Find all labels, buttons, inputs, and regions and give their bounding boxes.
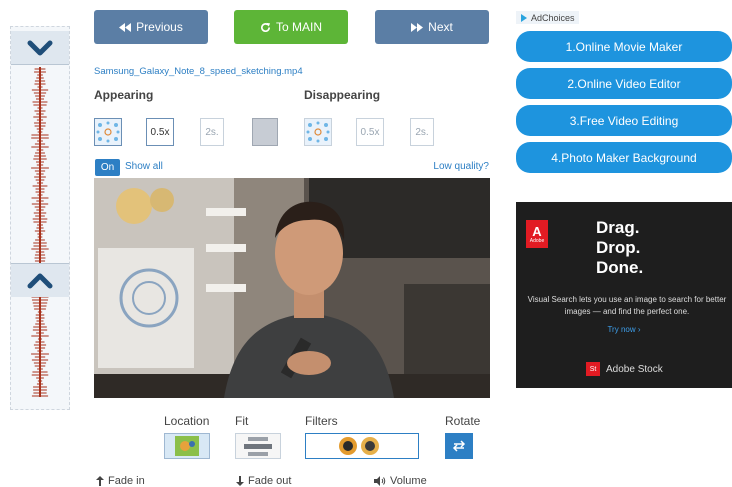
ad-link-online-video-editor[interactable]: 2.Online Video Editor xyxy=(516,68,732,99)
rotate-button[interactable] xyxy=(445,433,473,459)
speaker-icon xyxy=(374,476,386,486)
ad-body-text: Visual Search lets you use an image to s… xyxy=(527,295,727,316)
timeline-start-handle[interactable] xyxy=(11,31,69,65)
adobe-logo: A Adobe xyxy=(526,220,548,248)
ad-link-free-video-editing[interactable]: 3.Free Video Editing xyxy=(516,105,732,136)
fade-in-control[interactable]: Fade in xyxy=(96,475,145,487)
previous-label: Previous xyxy=(136,20,183,34)
appearing-effect-selector[interactable] xyxy=(94,118,122,146)
refresh-icon xyxy=(261,22,271,32)
rotate-label: Rotate xyxy=(445,414,481,428)
adchoices-label: AdChoices xyxy=(531,12,575,23)
chevron-up-icon xyxy=(27,273,53,288)
to-main-label: To MAIN xyxy=(275,20,322,34)
fit-icon xyxy=(244,437,272,456)
low-quality-link[interactable]: Low quality? xyxy=(433,161,489,172)
adobe-stock-label: Adobe Stock xyxy=(606,363,663,375)
video-preview[interactable] xyxy=(94,178,490,398)
adobe-stock-badge: St xyxy=(586,362,600,376)
ad-try-now-link[interactable]: Try now › xyxy=(516,325,732,334)
audio-waveform xyxy=(31,67,49,397)
timeline-end-handle[interactable] xyxy=(11,263,69,297)
location-label: Location xyxy=(164,414,210,428)
sparkle-effect-icon xyxy=(306,121,330,143)
file-name: Samsung_Galaxy_Note_8_speed_sketching.mp… xyxy=(94,66,303,77)
appearing-speed-option[interactable]: 0.5x xyxy=(146,118,174,146)
fade-out-control[interactable]: Fade out xyxy=(236,475,291,487)
ad-headline-line1: Drag. xyxy=(596,218,640,237)
ad-headline: Drag. Drop. Done. xyxy=(596,218,643,278)
fast-forward-icon xyxy=(411,22,424,32)
disappearing-duration-option[interactable]: 2s. xyxy=(410,118,434,146)
preview-toggle[interactable]: On xyxy=(95,159,120,176)
disappearing-effect-selector[interactable] xyxy=(304,118,332,146)
volume-control[interactable]: Volume xyxy=(374,475,427,487)
rewind-icon xyxy=(119,22,132,32)
next-label: Next xyxy=(428,20,453,34)
rotate-icon xyxy=(452,440,466,452)
color-swatch[interactable] xyxy=(252,118,278,146)
fade-in-label: Fade in xyxy=(108,475,145,487)
appearing-duration-option[interactable]: 2s. xyxy=(200,118,224,146)
appearing-heading: Appearing xyxy=(94,88,154,102)
filters-button[interactable] xyxy=(305,433,419,459)
to-main-button[interactable]: To MAIN xyxy=(234,10,348,44)
filters-label: Filters xyxy=(305,414,338,428)
arrow-up-icon xyxy=(96,476,104,486)
timeline-panel[interactable] xyxy=(10,26,70,410)
adchoices-icon xyxy=(521,13,527,22)
adobe-logo-text: Adobe xyxy=(529,237,545,244)
disappearing-speed-option[interactable]: 0.5x xyxy=(356,118,384,146)
video-frame xyxy=(94,178,490,398)
disappearing-heading: Disappearing xyxy=(304,88,381,102)
filters-preview-icon xyxy=(339,437,379,455)
show-all-link[interactable]: Show all xyxy=(125,161,163,172)
fit-button[interactable] xyxy=(235,433,281,459)
volume-label: Volume xyxy=(390,475,427,487)
chevron-down-icon xyxy=(27,40,53,55)
arrow-down-icon xyxy=(236,476,244,486)
fade-out-label: Fade out xyxy=(248,475,292,487)
next-button[interactable]: Next xyxy=(375,10,489,44)
adobe-stock-ad[interactable]: A Adobe Drag. Drop. Done. Visual Search … xyxy=(516,202,732,388)
ad-headline-line3: Done. xyxy=(596,258,644,277)
sparkle-effect-icon xyxy=(96,121,120,143)
fit-label: Fit xyxy=(235,414,249,428)
adchoices-badge[interactable]: AdChoices xyxy=(516,11,579,24)
location-button[interactable] xyxy=(164,433,210,459)
ad-link-photo-maker-background[interactable]: 4.Photo Maker Background xyxy=(516,142,732,173)
ad-link-online-movie-maker[interactable]: 1.Online Movie Maker xyxy=(516,31,732,62)
adobe-stock-brand: St Adobe Stock xyxy=(586,362,663,376)
ad-headline-line2: Drop. xyxy=(596,238,641,257)
location-preview-icon xyxy=(165,434,209,458)
previous-button[interactable]: Previous xyxy=(94,10,208,44)
